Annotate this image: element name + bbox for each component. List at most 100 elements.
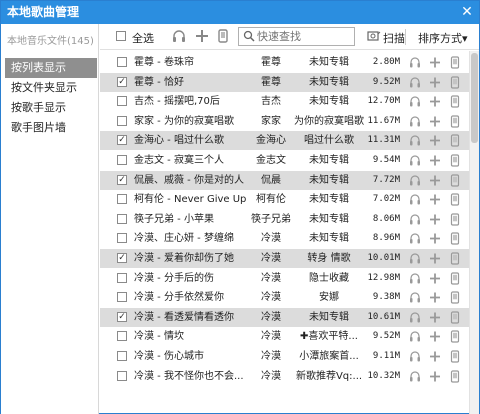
sidebar-item-list-view[interactable]: 按列表显示 — [5, 58, 97, 78]
close-button[interactable]: ✕ — [459, 4, 475, 20]
song-checkbox[interactable]: ✓ — [117, 174, 127, 185]
headphones-icon[interactable] — [409, 56, 421, 69]
headphones-icon[interactable] — [172, 29, 186, 43]
phone-icon[interactable] — [449, 115, 461, 128]
phone-icon[interactable] — [449, 154, 461, 167]
add-icon[interactable] — [429, 95, 441, 108]
headphones-icon[interactable] — [409, 330, 421, 343]
song-row[interactable]: ✓ 冷漠 - 看透爱情看透你 冷漠 未知专辑 10.61M — [100, 307, 469, 327]
sidebar-item-artist-view[interactable]: 按歌手显示 — [5, 98, 97, 118]
add-icon[interactable] — [429, 115, 441, 128]
headphones-icon[interactable] — [409, 95, 421, 108]
phone-icon[interactable] — [449, 95, 461, 108]
add-icon[interactable] — [429, 252, 441, 265]
add-icon[interactable] — [429, 232, 441, 245]
song-checkbox[interactable] — [117, 213, 127, 224]
scan-icon[interactable] — [367, 30, 381, 42]
add-icon[interactable] — [429, 370, 441, 383]
phone-icon[interactable] — [449, 213, 461, 226]
select-all-checkbox[interactable] — [116, 31, 126, 41]
song-row[interactable]: 冷漠 - 我不怪你也不会... 冷漠 新歌推荐Vq:... 10.32M — [100, 367, 469, 386]
song-checkbox[interactable] — [117, 233, 127, 244]
add-icon[interactable] — [429, 76, 441, 89]
sidebar-item-artist-wall[interactable]: 歌手图片墙 — [5, 118, 97, 138]
song-checkbox[interactable]: ✓ — [117, 135, 127, 146]
song-checkbox[interactable] — [117, 292, 127, 303]
song-row[interactable]: ✓ 侃晨、戚薇 - 你是对的人 侃晨 未知专辑 7.72M — [100, 170, 469, 190]
add-icon[interactable] — [429, 154, 441, 167]
headphones-icon[interactable] — [409, 370, 421, 383]
headphones-icon[interactable] — [409, 350, 421, 363]
phone-icon[interactable] — [449, 271, 461, 285]
headphones-icon[interactable] — [409, 252, 421, 265]
song-row[interactable]: 冷漠 - 分手后的伤 冷漠 隐士收藏 12.98M — [100, 269, 469, 288]
song-row[interactable]: 筷子兄弟 - 小苹果 筷子兄弟 未知专辑 8.06M — [100, 210, 469, 229]
song-checkbox[interactable] — [117, 272, 127, 283]
add-icon[interactable] — [429, 311, 441, 324]
song-checkbox[interactable]: ✓ — [117, 76, 127, 87]
headphones-icon[interactable] — [409, 76, 421, 89]
headphones-icon[interactable] — [409, 154, 421, 167]
song-checkbox[interactable] — [117, 351, 127, 361]
song-row[interactable]: 霍尊 - 卷珠帘 霍尊 未知专辑 2.80M — [100, 53, 469, 72]
song-row[interactable]: 柯有伦 - Never Give Up 柯有伦 未知专辑 7.02M — [100, 190, 469, 209]
sidebar-item-folder-view[interactable]: 按文件夹显示 — [5, 78, 97, 98]
phone-icon[interactable] — [449, 75, 461, 89]
phone-icon[interactable] — [449, 193, 461, 206]
headphones-icon[interactable] — [409, 134, 421, 147]
song-row[interactable]: 冷漠 - 分手依然爱你 冷漠 安娜 9.38M — [100, 288, 469, 307]
song-checkbox[interactable] — [117, 115, 127, 126]
song-row[interactable]: 家家 - 为你的寂寞唱歌 家家 为你的寂寞唱歌 11.67M — [100, 112, 469, 131]
song-checkbox[interactable] — [117, 96, 127, 107]
headphones-icon[interactable] — [409, 174, 421, 187]
phone-icon[interactable] — [216, 29, 230, 43]
add-icon[interactable] — [429, 193, 441, 206]
phone-icon[interactable] — [449, 56, 461, 69]
song-checkbox[interactable] — [117, 331, 127, 342]
song-checkbox[interactable] — [117, 57, 127, 67]
phone-icon[interactable] — [449, 350, 461, 363]
add-icon[interactable] — [429, 134, 441, 147]
song-row[interactable]: 吉杰 - 摇摆吧,70后 吉杰 未知专辑 12.70M — [100, 92, 469, 111]
song-checkbox[interactable]: ✓ — [117, 311, 127, 322]
song-checkbox[interactable] — [117, 194, 127, 205]
headphones-icon[interactable] — [409, 272, 421, 285]
sort-button[interactable]: 排序方式▾ — [418, 30, 468, 46]
scrollbar[interactable] — [469, 51, 479, 414]
headphones-icon[interactable] — [409, 311, 421, 324]
phone-icon[interactable] — [449, 252, 461, 265]
add-icon[interactable] — [429, 350, 441, 363]
headphones-icon[interactable] — [409, 213, 421, 226]
add-icon[interactable] — [429, 56, 441, 69]
search-input[interactable] — [257, 29, 352, 44]
headphones-icon[interactable] — [409, 291, 421, 304]
song-row[interactable]: 冷漠、庄心妍 - 梦缠绵 冷漠 未知专辑 8.96M — [100, 229, 469, 248]
song-row[interactable]: 冷漠 - 伤心城市 冷漠 小潭旅案首... 9.11M — [100, 347, 469, 366]
headphones-icon[interactable] — [409, 232, 421, 245]
search-box[interactable] — [238, 27, 355, 46]
phone-icon[interactable] — [449, 173, 461, 187]
song-checkbox[interactable] — [117, 370, 127, 381]
phone-icon[interactable] — [449, 232, 461, 245]
song-row[interactable]: 冷漠 - 情坎 冷漠 ✚喜欢平特... 9.52M — [100, 327, 469, 346]
add-icon[interactable] — [429, 272, 441, 285]
phone-icon[interactable] — [449, 311, 461, 324]
add-icon[interactable] — [429, 213, 441, 226]
add-icon[interactable] — [429, 330, 441, 343]
headphones-icon[interactable] — [409, 193, 421, 206]
phone-icon[interactable] — [449, 330, 461, 343]
add-icon[interactable] — [195, 29, 209, 43]
phone-icon[interactable] — [449, 134, 461, 147]
song-row[interactable]: 金志文 - 寂寞三个人 金志文 未知专辑 9.54M — [100, 151, 469, 170]
headphones-icon[interactable] — [409, 115, 421, 128]
phone-icon[interactable] — [449, 369, 461, 383]
add-icon[interactable] — [429, 291, 441, 304]
scan-button[interactable]: 扫描 — [383, 30, 405, 46]
song-checkbox[interactable] — [117, 155, 127, 165]
scrollbar-thumb[interactable] — [471, 53, 478, 143]
song-row[interactable]: ✓ 霍尊 - 恰好 霍尊 未知专辑 9.52M — [100, 72, 469, 92]
add-icon[interactable] — [429, 174, 441, 187]
song-row[interactable]: ✓ 金海心 - 唱过什么歌 金海心 唱过什么歌 11.31M — [100, 131, 469, 151]
song-row[interactable]: ✓ 冷漠 - 爱着你却伤了她 冷漠 转身 情歌 10.01M — [100, 249, 469, 268]
song-checkbox[interactable]: ✓ — [117, 253, 127, 263]
